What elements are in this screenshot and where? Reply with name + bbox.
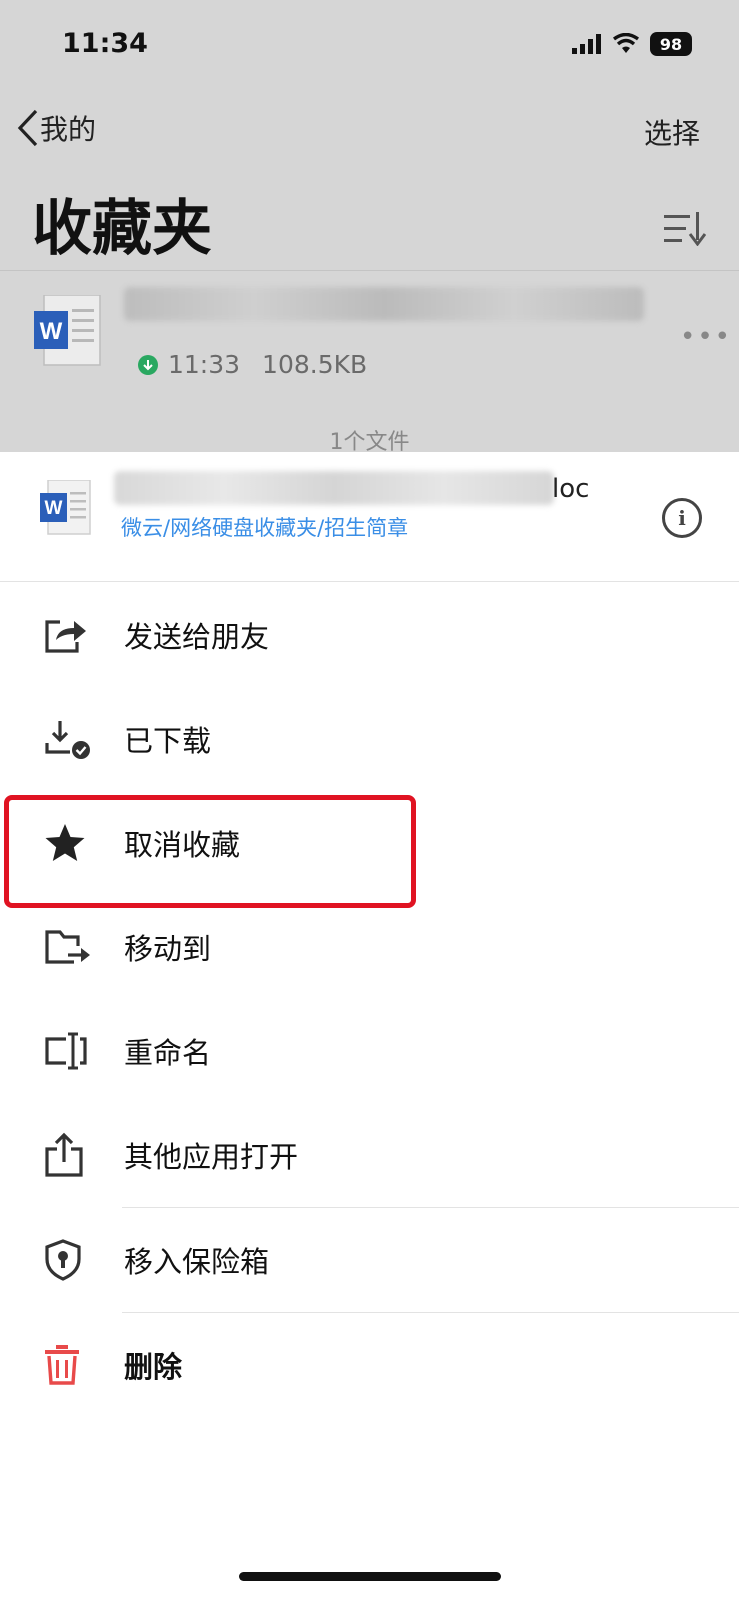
back-label: 我的 <box>40 113 97 146</box>
status-icons: 98 <box>572 32 692 56</box>
file-path[interactable]: 微云/网络硬盘收藏夹/招生简章 <box>121 512 408 542</box>
menu-item-label: 移入保险箱 <box>124 1245 270 1279</box>
menu-item-label: 移动到 <box>124 932 212 966</box>
menu-item-label: 已下载 <box>124 724 212 758</box>
menu-item-label: 发送给朋友 <box>124 620 270 654</box>
file-size: 108.5KB <box>262 350 368 379</box>
chevron-left-icon <box>17 109 38 147</box>
menu-item-move-to[interactable]: 移动到 <box>0 895 739 999</box>
downloaded-badge-icon <box>138 354 158 375</box>
battery-indicator: 98 <box>650 32 692 56</box>
menu-item-downloaded[interactable]: 已下载 <box>0 687 739 791</box>
vault-icon <box>44 1239 114 1281</box>
menu-item-delete[interactable]: 删除 <box>0 1313 739 1417</box>
word-doc-icon: W <box>34 295 101 366</box>
more-icon[interactable]: ••• <box>680 322 732 352</box>
file-list-item[interactable]: W <box>0 271 739 399</box>
sheet-file-name-redacted <box>114 471 554 505</box>
move-folder-icon <box>44 928 114 966</box>
menu-item-label: 删除 <box>124 1350 183 1384</box>
svg-text:W: W <box>40 318 63 345</box>
menu-item-open-in-other-app[interactable]: 其他应用打开 <box>0 1103 739 1207</box>
open-in-icon <box>44 1132 114 1178</box>
info-icon[interactable]: i <box>662 498 702 538</box>
select-button[interactable]: 选择 <box>644 112 700 152</box>
downloaded-icon <box>44 719 114 759</box>
sort-icon[interactable] <box>664 212 706 246</box>
status-time: 11:34 <box>62 28 148 59</box>
menu-item-label: 其他应用打开 <box>124 1140 299 1174</box>
signal-icon <box>572 34 601 54</box>
file-name-redacted <box>124 287 644 321</box>
page-title: 收藏夹 <box>32 194 212 264</box>
menu-item-send-to-friend[interactable]: 发送给朋友 <box>0 583 739 687</box>
highlight-box <box>4 795 416 908</box>
rename-icon <box>44 1032 114 1070</box>
menu-item-rename[interactable]: 重命名 <box>0 999 739 1103</box>
svg-text:W: W <box>45 498 63 519</box>
file-meta: 11:33 108.5KB <box>138 350 367 379</box>
trash-icon <box>44 1345 114 1385</box>
word-doc-icon: W <box>40 480 91 535</box>
file-time: 11:33 <box>168 350 241 379</box>
divider <box>0 581 739 582</box>
menu-item-move-to-vault[interactable]: 移入保险箱 <box>0 1208 739 1312</box>
menu-item-label: 重命名 <box>124 1036 212 1070</box>
wifi-icon <box>612 33 640 53</box>
back-button[interactable]: 我的 <box>14 108 96 148</box>
file-extension: loc <box>552 474 590 504</box>
share-icon <box>44 616 114 654</box>
home-indicator <box>239 1572 501 1581</box>
